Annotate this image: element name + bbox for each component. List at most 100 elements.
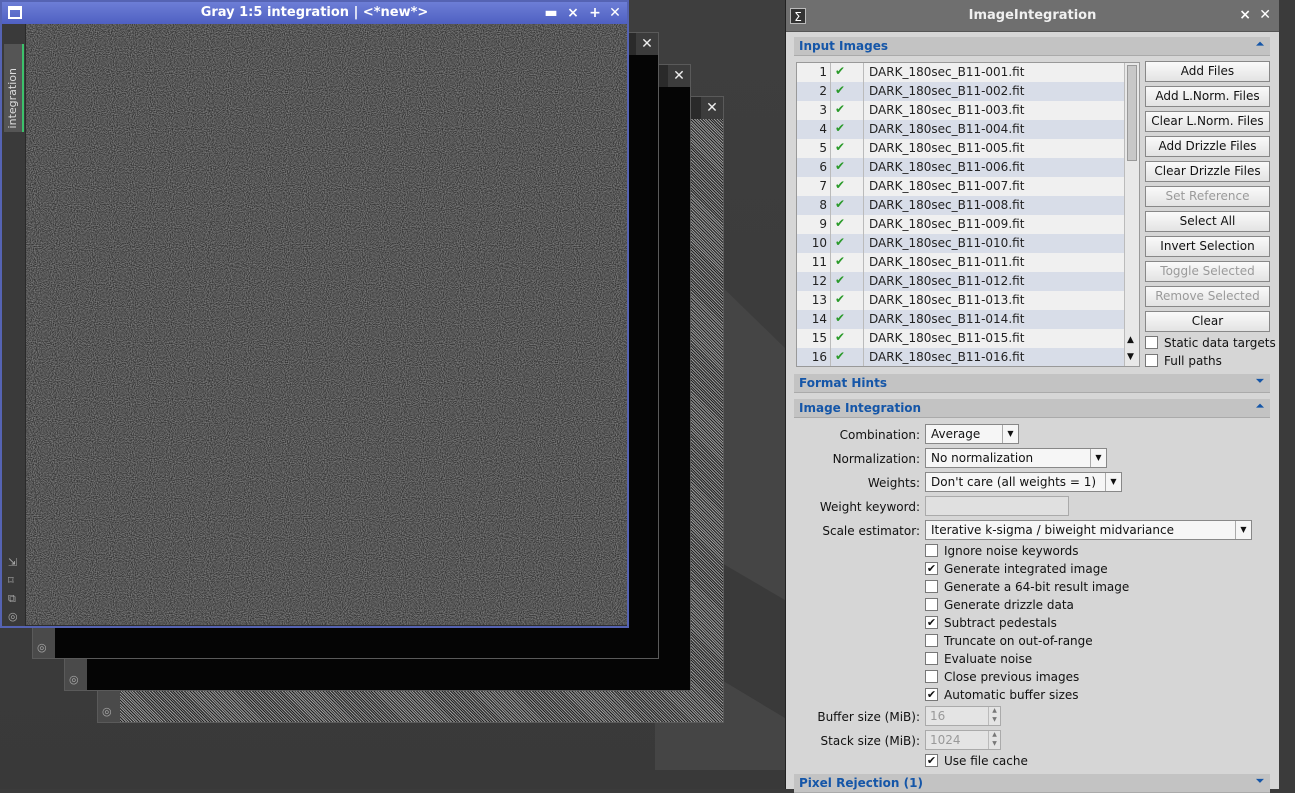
check-icon[interactable]: ✔ xyxy=(835,330,851,344)
minimize-button[interactable]: ▬ xyxy=(541,3,561,23)
close-previous-images-checkbox[interactable] xyxy=(925,670,938,683)
section-image-integration[interactable]: Image Integration ⏶ xyxy=(794,399,1270,418)
add-l-norm-files-button[interactable]: Add L.Norm. Files xyxy=(1145,86,1270,107)
invert-selection-button[interactable]: Invert Selection xyxy=(1145,236,1270,257)
fit-icon[interactable]: ⌑ xyxy=(8,574,14,587)
generate-integrated-image-checkbox[interactable]: ✔ xyxy=(925,562,938,575)
list-item[interactable]: 10 ✔ DARK_180sec_B11-010.fit xyxy=(797,234,1125,253)
list-item[interactable]: 4 ✔ DARK_180sec_B11-004.fit xyxy=(797,120,1125,139)
check-icon[interactable]: ✔ xyxy=(835,102,851,116)
close-button[interactable]: ✕ xyxy=(605,3,625,23)
maximize-button[interactable]: + xyxy=(585,3,605,23)
list-item[interactable]: 5 ✔ DARK_180sec_B11-005.fit xyxy=(797,139,1125,158)
row-index: 8 xyxy=(819,198,827,212)
check-icon[interactable]: ✔ xyxy=(835,121,851,135)
section-format-hints[interactable]: Format Hints ⏷ xyxy=(794,374,1270,393)
scrollbar-thumb[interactable] xyxy=(1127,65,1137,161)
close-button[interactable]: ✕ xyxy=(668,65,690,87)
panel-body: Input Images ⏶ 1 ✔ DARK_180sec_B11-001.fit… xyxy=(786,32,1279,793)
subtract-pedestals-checkbox[interactable]: ✔ xyxy=(925,616,938,629)
full-paths-checkbox[interactable] xyxy=(1145,354,1158,367)
ignore-noise-keywords-checkbox[interactable] xyxy=(925,544,938,557)
combination-select[interactable]: Average ▼ xyxy=(925,424,1019,444)
section-pixel-rejection[interactable]: Pixel Rejection (1) ⏷ xyxy=(794,774,1270,793)
list-item[interactable]: 8 ✔ DARK_180sec_B11-008.fit xyxy=(797,196,1125,215)
list-item[interactable]: 1 ✔ DARK_180sec_B11-001.fit xyxy=(797,63,1125,82)
list-item[interactable]: 12 ✔ DARK_180sec_B11-012.fit xyxy=(797,272,1125,291)
target-icon[interactable]: ◎ xyxy=(37,641,47,654)
scroll-down-icon[interactable]: ▼ xyxy=(1127,352,1134,362)
scroll-up-icon[interactable]: ▲ xyxy=(1127,335,1134,345)
clear-l-norm-files-button[interactable]: Clear L.Norm. Files xyxy=(1145,111,1270,132)
expand-icon[interactable]: ⏷ xyxy=(1256,376,1264,387)
image-canvas[interactable] xyxy=(26,24,627,625)
scale-estimator-label: Scale estimator: xyxy=(822,524,920,538)
generate-a-64-bit-result-image-checkbox[interactable] xyxy=(925,580,938,593)
scale-estimator-select[interactable]: Iterative k-sigma / biweight midvariance… xyxy=(925,520,1252,540)
truncate-on-out-of-range-checkbox[interactable] xyxy=(925,634,938,647)
close-button[interactable]: ✕ xyxy=(1259,7,1271,23)
main-image-window[interactable]: Gray 1:5 integration | <*new*> ▬ ⨯ + ✕ i… xyxy=(0,0,629,628)
expand-icon[interactable]: ⏷ xyxy=(1256,776,1264,787)
check-icon[interactable]: ✔ xyxy=(835,159,851,173)
check-icon[interactable]: ✔ xyxy=(835,64,851,78)
check-icon[interactable]: ✔ xyxy=(835,83,851,97)
close-button[interactable]: ✕ xyxy=(636,33,658,55)
list-item[interactable]: 6 ✔ DARK_180sec_B11-006.fit xyxy=(797,158,1125,177)
close-button[interactable]: ✕ xyxy=(701,97,723,119)
list-item[interactable]: 14 ✔ DARK_180sec_B11-014.fit xyxy=(797,310,1125,329)
section-input-images[interactable]: Input Images ⏶ xyxy=(794,37,1270,56)
input-files-list[interactable]: 1 ✔ DARK_180sec_B11-001.fit 2 ✔ DARK_180sec_B… xyxy=(796,62,1140,367)
file-name: DARK_180sec_B11-006.fit xyxy=(869,160,1025,174)
shade-button[interactable]: ⨯ xyxy=(1239,7,1251,23)
select-all-button[interactable]: Select All xyxy=(1145,211,1270,232)
set-reference-button[interactable]: Set Reference xyxy=(1145,186,1270,207)
add-files-button[interactable]: Add Files xyxy=(1145,61,1270,82)
toggle-selected-button[interactable]: Toggle Selected xyxy=(1145,261,1270,282)
check-icon[interactable]: ✔ xyxy=(835,235,851,249)
weight-keyword-field[interactable] xyxy=(925,496,1069,516)
check-icon[interactable]: ✔ xyxy=(835,349,851,363)
check-icon[interactable]: ✔ xyxy=(835,254,851,268)
list-item[interactable]: 13 ✔ DARK_180sec_B11-013.fit xyxy=(797,291,1125,310)
use-file-cache-checkbox[interactable]: ✔ xyxy=(925,754,938,767)
weights-select[interactable]: Don't care (all weights = 1) ▼ xyxy=(925,472,1122,492)
check-icon[interactable]: ✔ xyxy=(835,197,851,211)
vertical-scrollbar[interactable]: ▲ ▼ xyxy=(1124,63,1139,366)
check-icon[interactable]: ✔ xyxy=(835,273,851,287)
target-icon[interactable]: ◎ xyxy=(102,705,112,718)
list-item[interactable]: 15 ✔ DARK_180sec_B11-015.fit xyxy=(797,329,1125,348)
clone-icon[interactable]: ⧉ xyxy=(8,592,16,606)
list-item[interactable]: 7 ✔ DARK_180sec_B11-007.fit xyxy=(797,177,1125,196)
list-item[interactable]: 11 ✔ DARK_180sec_B11-011.fit xyxy=(797,253,1125,272)
automatic-buffer-sizes-checkbox[interactable]: ✔ xyxy=(925,688,938,701)
collapse-icon[interactable]: ⏶ xyxy=(1256,39,1264,50)
collapse-icon[interactable]: ⏶ xyxy=(1256,401,1264,412)
chevron-down-icon: ▼ xyxy=(1002,425,1018,443)
shade-button[interactable]: ⨯ xyxy=(563,3,583,23)
target-icon[interactable]: ◎ xyxy=(8,610,18,623)
list-item[interactable]: 2 ✔ DARK_180sec_B11-002.fit xyxy=(797,82,1125,101)
add-drizzle-files-button[interactable]: Add Drizzle Files xyxy=(1145,136,1270,157)
remove-selected-button[interactable]: Remove Selected xyxy=(1145,286,1270,307)
resize-icon[interactable]: ⇲ xyxy=(8,556,17,569)
list-item[interactable]: 9 ✔ DARK_180sec_B11-009.fit xyxy=(797,215,1125,234)
generate-drizzle-data-checkbox[interactable] xyxy=(925,598,938,611)
clear-drizzle-files-button[interactable]: Clear Drizzle Files xyxy=(1145,161,1270,182)
normalization-select[interactable]: No normalization ▼ xyxy=(925,448,1107,468)
row-index: 12 xyxy=(811,274,827,288)
clear-button[interactable]: Clear xyxy=(1145,311,1270,332)
target-icon[interactable]: ◎ xyxy=(69,673,79,686)
check-icon[interactable]: ✔ xyxy=(835,178,851,192)
check-icon[interactable]: ✔ xyxy=(835,292,851,306)
tab-integration[interactable]: integration xyxy=(4,44,24,132)
window-title-bar[interactable]: Gray 1:5 integration | <*new*> ▬ ⨯ + ✕ xyxy=(2,2,627,24)
list-item[interactable]: 16 ✔ DARK_180sec_B11-016.fit xyxy=(797,348,1125,366)
panel-title-bar[interactable]: Σ ImageIntegration ⨯ ✕ xyxy=(786,0,1279,32)
static-data-targets-checkbox[interactable] xyxy=(1145,336,1158,349)
check-icon[interactable]: ✔ xyxy=(835,140,851,154)
evaluate-noise-checkbox[interactable] xyxy=(925,652,938,665)
check-icon[interactable]: ✔ xyxy=(835,311,851,325)
check-icon[interactable]: ✔ xyxy=(835,216,851,230)
list-item[interactable]: 3 ✔ DARK_180sec_B11-003.fit xyxy=(797,101,1125,120)
